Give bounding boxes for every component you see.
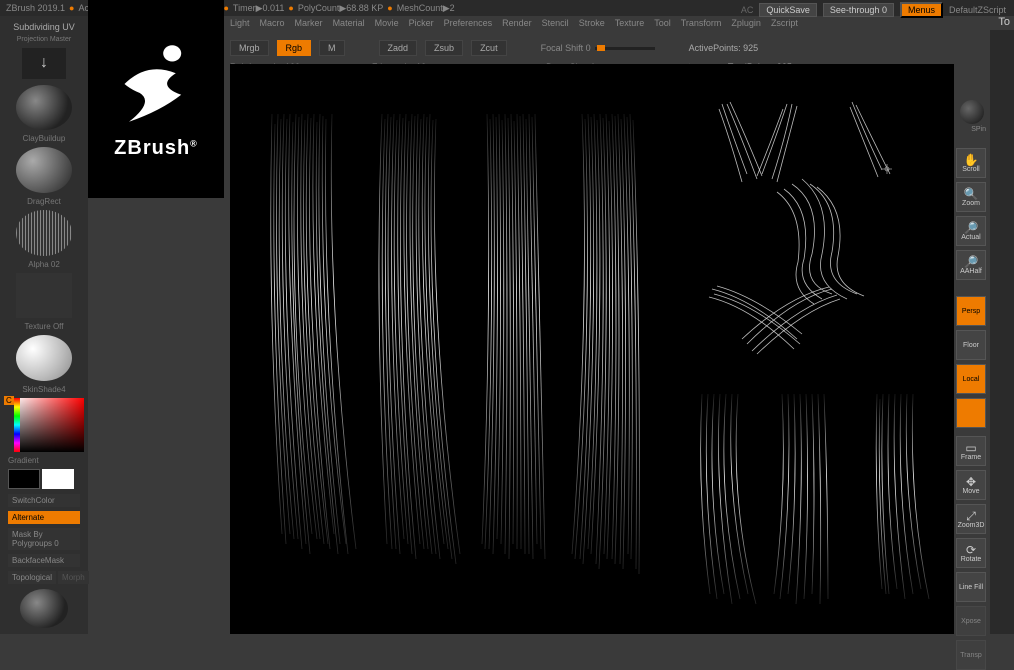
menu-tool[interactable]: Tool (654, 18, 671, 28)
mask-polygroups-button[interactable]: Mask By Polygroups 0 (8, 528, 80, 550)
timer: Timer▶0.011 (233, 3, 284, 14)
local-button[interactable]: Local (956, 364, 986, 394)
color-picker[interactable] (14, 398, 84, 452)
right-toolbar-xform: ▭Frame ✥Move ⤢Zoom3D ⟳Rotate Line Fill X… (956, 436, 988, 670)
spin-sphere[interactable] (960, 100, 984, 124)
menu-transform[interactable]: Transform (681, 18, 722, 28)
menu-light[interactable]: Light (230, 18, 250, 28)
localsym-button[interactable] (956, 398, 986, 428)
frame-icon: ▭ (965, 442, 976, 454)
quicksave-button[interactable]: QuickSave (759, 3, 817, 17)
floor-button[interactable]: Floor (956, 330, 986, 360)
material-label: SkinShade4 (4, 385, 84, 394)
zcut-button[interactable]: Zcut (471, 40, 507, 56)
menu-material[interactable]: Material (333, 18, 365, 28)
main-color-swatch[interactable] (8, 469, 40, 489)
texture-label: Texture Off (4, 322, 84, 331)
tool-panel-label[interactable]: To (998, 16, 1010, 28)
menu-stroke[interactable]: Stroke (579, 18, 605, 28)
brand-name: ZBrush (114, 137, 190, 159)
right-toolbar-view: Persp Floor Local (956, 296, 988, 428)
right-toolbar-nav: ✋Scroll 🔍Zoom 🔎Actual 🔎AAHalf (956, 148, 988, 280)
switchcolor-button[interactable]: SwitchColor (8, 494, 80, 507)
menu-texture[interactable]: Texture (615, 18, 645, 28)
menu-zplugin[interactable]: Zplugin (731, 18, 761, 28)
polycount: PolyCount▶68.88 KP (298, 3, 383, 14)
brush-swatch[interactable] (16, 85, 72, 131)
material-swatch[interactable] (16, 335, 72, 381)
menu-stencil[interactable]: Stencil (542, 18, 569, 28)
persp-button[interactable]: Persp (956, 296, 986, 326)
frame-button[interactable]: ▭Frame (956, 436, 986, 466)
zadd-button[interactable]: Zadd (379, 40, 418, 56)
actual-button[interactable]: 🔎Actual (956, 216, 986, 246)
zbrush-figure-icon (111, 39, 201, 129)
stroke-label: DragRect (4, 197, 84, 206)
rotate-icon: ⟳ (966, 544, 976, 556)
stroke-swatch[interactable] (16, 147, 72, 193)
bottom-brush-swatch[interactable] (20, 589, 68, 628)
menu-preferences[interactable]: Preferences (444, 18, 493, 28)
scroll-button[interactable]: ✋Scroll (956, 148, 986, 178)
zoom3d-icon: ⤢ (966, 510, 976, 522)
meshcount: MeshCount▶2 (397, 3, 455, 14)
focal-shift-label[interactable]: Focal Shift 0 (541, 43, 591, 53)
zoom3d-button[interactable]: ⤢Zoom3D (956, 504, 986, 534)
mrgb-button[interactable]: Mrgb (230, 40, 269, 56)
backfacemask-button[interactable]: BackfaceMask (8, 554, 80, 567)
app-name: ZBrush 2019.1 (6, 3, 65, 13)
zsub-button[interactable]: Zsub (425, 40, 463, 56)
active-points: ActivePoints: 925 (689, 43, 759, 53)
defaultscript-label[interactable]: DefaultZScript (949, 5, 1006, 15)
menu-marker[interactable]: Marker (295, 18, 323, 28)
secondary-color-swatch[interactable] (42, 469, 74, 489)
menu-picker[interactable]: Picker (409, 18, 434, 28)
alternate-button[interactable]: Alternate (8, 511, 80, 524)
aahalf-icon: 🔎 (964, 256, 979, 268)
projection-master-button[interactable]: ↓ (22, 48, 66, 79)
menu-zscript[interactable]: Zscript (771, 18, 798, 28)
xpose-button[interactable]: Xpose (956, 606, 986, 636)
top-actions: AC QuickSave See-through 0 Menus Default… (741, 2, 1006, 18)
seethrough-button[interactable]: See-through 0 (823, 3, 894, 17)
right-dock (990, 30, 1014, 634)
linefill-button[interactable]: Line Fill (956, 572, 986, 602)
gradient-label[interactable]: Gradient (4, 456, 84, 465)
m-button[interactable]: M (319, 40, 345, 56)
texture-swatch[interactable] (16, 273, 72, 319)
zoom-button[interactable]: 🔍Zoom (956, 182, 986, 212)
rgb-button[interactable]: Rgb (277, 40, 312, 56)
color-c-button[interactable]: C (4, 396, 14, 405)
brush-label: ClayBuildup (4, 134, 84, 143)
ac-label: AC (741, 5, 754, 15)
alpha-swatch[interactable] (16, 210, 72, 256)
zoom-icon: 🔍 (964, 188, 979, 200)
canvas[interactable] (230, 64, 954, 634)
projection-master-label: Projection Master (4, 36, 84, 44)
alpha-label: Alpha 02 (4, 260, 84, 269)
hair-strokes-artwork (230, 64, 954, 634)
zbrush-logo-overlay: ZBrush® (88, 0, 224, 198)
menu-macro[interactable]: Macro (260, 18, 285, 28)
actual-icon: 🔎 (964, 222, 979, 234)
hand-icon: ✋ (964, 154, 979, 166)
topological-button[interactable]: Topological (8, 571, 56, 584)
rotate-button[interactable]: ⟳Rotate (956, 538, 986, 568)
menus-button[interactable]: Menus (900, 2, 943, 18)
focal-shift-slider[interactable] (595, 47, 655, 50)
transp-button[interactable]: Transp (956, 640, 986, 670)
move-button[interactable]: ✥Move (956, 470, 986, 500)
menu-render[interactable]: Render (502, 18, 532, 28)
left-panel: Subdividing UV Projection Master ↓ ClayB… (0, 16, 88, 634)
morph-button[interactable]: Morph (58, 571, 89, 584)
spin-label: SPin (971, 126, 986, 133)
aahalf-button[interactable]: 🔎AAHalf (956, 250, 986, 280)
menu-movie[interactable]: Movie (375, 18, 399, 28)
subdividing-header: Subdividing UV (4, 20, 84, 34)
move-icon: ✥ (966, 476, 976, 488)
